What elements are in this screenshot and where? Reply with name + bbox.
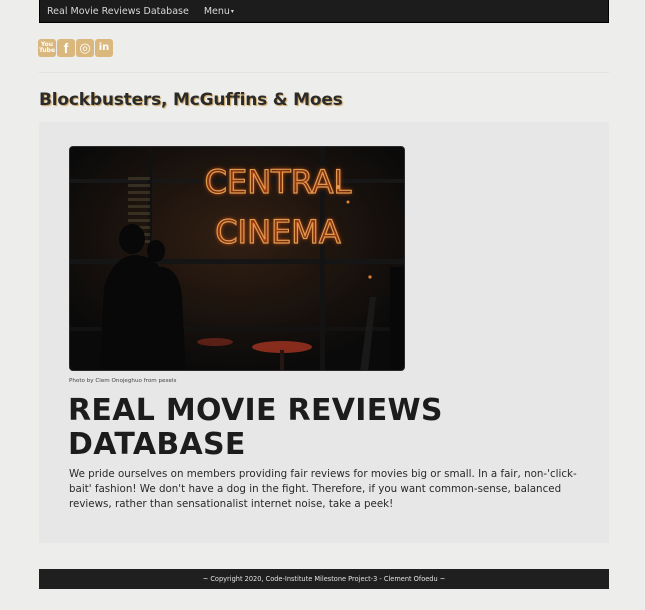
caret-down-icon: ▾ <box>230 7 234 15</box>
hero-section: CENTRAL CENTRAL CINEMA CINEMA Photo by C… <box>39 122 609 543</box>
divider <box>39 72 609 73</box>
menu-label: Menu <box>203 5 230 17</box>
hero-headline: REAL MOVIE REVIEWS DATABASE <box>68 393 443 462</box>
linkedin-icon[interactable]: in <box>95 39 113 57</box>
cinema-photo: CENTRAL CENTRAL CINEMA CINEMA <box>69 146 405 371</box>
footer: ~ Copyright 2020, Code-Institute Milesto… <box>39 569 609 589</box>
top-navbar: Real Movie Reviews Database Menu ▾ <box>39 0 609 23</box>
facebook-icon[interactable]: f <box>57 39 75 57</box>
brand-link[interactable]: Real Movie Reviews Database <box>47 6 189 17</box>
youtube-icon[interactable]: You Tube <box>38 39 56 57</box>
page-title: Blockbusters, McGuffins & Moes <box>39 90 343 110</box>
photo-credit: Photo by Clem Onojeghuo from pexels <box>69 378 177 384</box>
hero-description: We pride ourselves on members providing … <box>69 468 577 510</box>
social-links: You Tube f ◎ in <box>38 39 113 57</box>
menu-dropdown[interactable]: Menu ▾ <box>204 6 234 17</box>
instagram-icon[interactable]: ◎ <box>76 39 94 57</box>
